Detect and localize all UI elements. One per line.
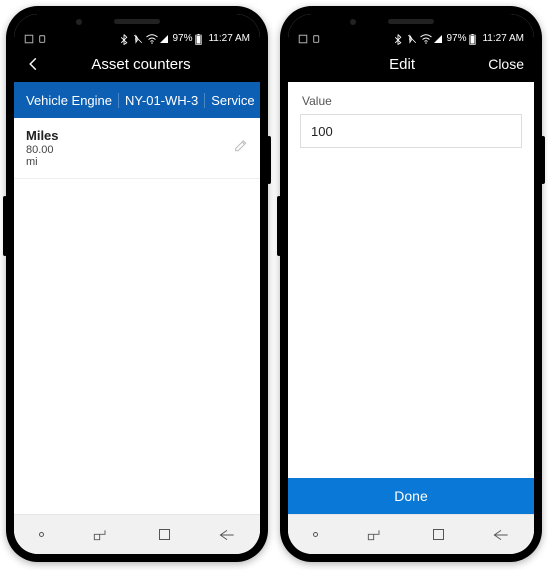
- battery-icon: [195, 34, 205, 44]
- phone-right: 97% 11:27 AM Edit Close Value Done: [280, 6, 542, 562]
- battery-pct: 97%: [446, 33, 466, 44]
- nav-recents-icon[interactable]: [367, 529, 383, 541]
- pencil-icon[interactable]: [234, 139, 248, 158]
- nav-back-icon[interactable]: [493, 529, 509, 541]
- phone-left: 97% 11:27 AM Asset counters Vehicle Engi…: [6, 6, 268, 562]
- phone-sensor: [350, 19, 356, 25]
- nav-recents-icon[interactable]: [93, 529, 109, 541]
- asset-category: Service: [204, 93, 260, 108]
- mute-icon: [133, 34, 143, 44]
- phone-earpiece: [388, 19, 434, 24]
- bluetooth-icon: [394, 34, 404, 44]
- nav-home-icon[interactable]: [159, 529, 170, 540]
- bluetooth-icon: [120, 34, 130, 44]
- appbar: Edit Close: [288, 46, 534, 82]
- value-input-wrap[interactable]: [300, 114, 522, 148]
- android-navbar: [288, 514, 534, 554]
- value-label: Value: [288, 82, 534, 114]
- asset-type: Vehicle Engine: [20, 93, 118, 108]
- counter-unit: mi: [26, 156, 248, 168]
- notification-icon: [38, 34, 48, 44]
- counter-name: Miles: [26, 128, 248, 143]
- done-button[interactable]: Done: [288, 478, 534, 514]
- asset-id: NY-01-WH-3: [118, 93, 204, 108]
- edit-form: Value: [288, 82, 534, 478]
- phone-sensor: [76, 19, 82, 25]
- nav-menu-icon[interactable]: [313, 532, 318, 537]
- screen-right: 97% 11:27 AM Edit Close Value Done: [288, 14, 534, 554]
- wifi-icon: [420, 34, 430, 44]
- nav-menu-icon[interactable]: [39, 532, 44, 537]
- page-title: Asset counters: [50, 56, 232, 73]
- value-input[interactable]: [311, 124, 511, 139]
- nav-back-icon[interactable]: [219, 529, 235, 541]
- appbar: Asset counters: [14, 46, 260, 82]
- nav-home-icon[interactable]: [433, 529, 444, 540]
- mute-icon: [407, 34, 417, 44]
- back-button[interactable]: [24, 55, 42, 73]
- phone-earpiece: [114, 19, 160, 24]
- close-button[interactable]: Close: [488, 56, 524, 72]
- battery-pct: 97%: [172, 33, 192, 44]
- android-navbar: [14, 514, 260, 554]
- counter-value: 80.00: [26, 144, 248, 156]
- wifi-icon: [146, 34, 156, 44]
- page-title: Edit: [316, 56, 488, 73]
- clock-time: 11:27 AM: [482, 33, 524, 44]
- battery-icon: [469, 34, 479, 44]
- counter-list: Miles 80.00 mi: [14, 118, 260, 514]
- clock-time: 11:27 AM: [208, 33, 250, 44]
- signal-icon: [433, 34, 443, 44]
- asset-breadcrumb: Vehicle Engine NY-01-WH-3 Service: [14, 82, 260, 118]
- notification-icon: [298, 34, 308, 44]
- notification-icon: [312, 34, 322, 44]
- notification-icon: [24, 34, 34, 44]
- counter-item[interactable]: Miles 80.00 mi: [14, 118, 260, 179]
- screen-left: 97% 11:27 AM Asset counters Vehicle Engi…: [14, 14, 260, 554]
- signal-icon: [159, 34, 169, 44]
